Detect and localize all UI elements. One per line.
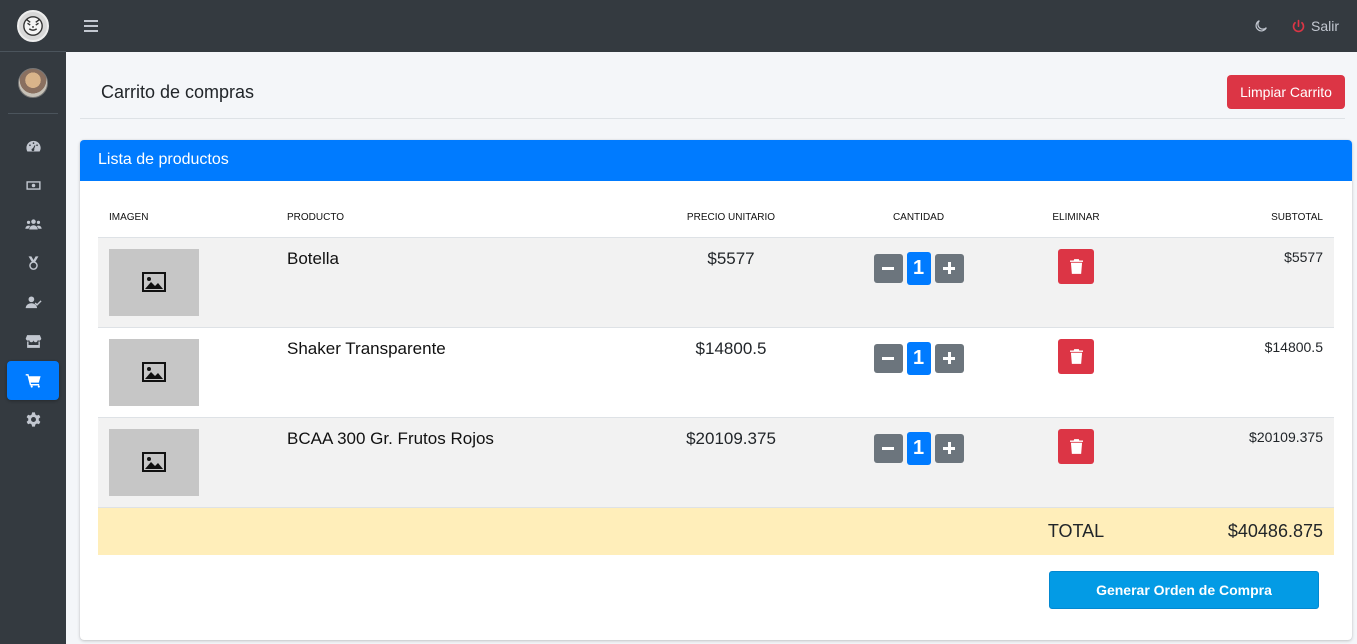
top-navbar: Salir xyxy=(66,0,1357,52)
increase-button[interactable] xyxy=(934,433,964,463)
power-icon xyxy=(1291,19,1306,34)
brand-logo[interactable] xyxy=(17,9,49,42)
decrease-button[interactable] xyxy=(873,433,903,463)
medal-icon xyxy=(28,256,38,270)
trash-icon xyxy=(1069,438,1083,454)
product-name: BCAA 300 Gr. Frutos Rojos xyxy=(276,416,606,507)
sidebar-item-medal[interactable] xyxy=(7,244,59,283)
users-icon xyxy=(24,219,42,230)
user-check-icon xyxy=(25,296,42,309)
sidebar-item-users[interactable] xyxy=(7,205,59,244)
unit-price: $14800.5 xyxy=(606,326,856,417)
col-delete: ELIMINAR xyxy=(981,198,1171,238)
brand[interactable] xyxy=(0,0,66,52)
sidebar-item-money[interactable] xyxy=(7,166,59,205)
logout-button[interactable]: Salir xyxy=(1291,18,1339,34)
gear-icon xyxy=(26,412,40,427)
product-image xyxy=(109,338,199,406)
sidebar xyxy=(0,0,66,644)
item-subtotal: $5577 xyxy=(1171,236,1334,327)
delete-item-button[interactable] xyxy=(1058,248,1094,284)
col-image: IMAGEN xyxy=(98,198,276,238)
tiger-logo-icon xyxy=(23,15,43,36)
clear-cart-button[interactable]: Limpiar Carrito xyxy=(1227,75,1345,109)
plus-icon xyxy=(947,442,951,454)
moon-icon xyxy=(1255,20,1267,32)
product-image xyxy=(109,248,199,316)
sidebar-nav xyxy=(0,114,66,439)
col-quantity: CANTIDAD xyxy=(856,198,981,238)
decrease-button[interactable] xyxy=(873,343,903,373)
table-row: BCAA 300 Gr. Frutos Rojos $20109.375 1 $… xyxy=(98,416,1334,507)
generate-order-button[interactable]: Generar Orden de Compra xyxy=(1049,571,1319,609)
user-panel xyxy=(8,52,58,114)
total-value: $40486.875 xyxy=(1171,506,1334,555)
image-placeholder-icon xyxy=(142,362,166,382)
logout-label: Salir xyxy=(1310,18,1339,34)
money-icon xyxy=(25,181,41,190)
decrease-button[interactable] xyxy=(873,253,903,283)
total-label: TOTAL xyxy=(981,506,1171,555)
sidebar-item-dashboard[interactable] xyxy=(7,127,59,166)
trash-icon xyxy=(1069,348,1083,364)
table-row: Shaker Transparente $14800.5 1 $14800.5 xyxy=(98,326,1334,417)
image-placeholder-icon xyxy=(142,272,166,292)
sidebar-item-store[interactable] xyxy=(7,322,59,361)
card-title: Lista de productos xyxy=(80,140,1352,181)
unit-price: $20109.375 xyxy=(606,416,856,507)
item-subtotal: $14800.5 xyxy=(1171,326,1334,417)
minus-icon xyxy=(882,356,894,360)
sidebar-item-cart[interactable] xyxy=(7,361,59,400)
increase-button[interactable] xyxy=(934,253,964,283)
quantity-value: 1 xyxy=(906,251,931,285)
dashboard-icon xyxy=(25,140,41,152)
quantity-stepper: 1 xyxy=(873,431,964,465)
minus-icon xyxy=(882,446,894,450)
plus-icon xyxy=(947,262,951,274)
sidebar-item-settings[interactable] xyxy=(7,400,59,439)
minus-icon xyxy=(882,266,894,270)
cart-icon xyxy=(25,374,41,388)
avatar[interactable] xyxy=(18,67,48,98)
quantity-stepper: 1 xyxy=(873,341,964,375)
dark-mode-toggle[interactable] xyxy=(1253,18,1269,34)
quantity-stepper: 1 xyxy=(873,251,964,285)
menu-toggle-icon[interactable] xyxy=(84,16,104,36)
col-unit-price: PRECIO UNITARIO xyxy=(606,198,856,238)
product-image xyxy=(109,428,199,496)
table-row: Botella $5577 1 $5577 xyxy=(98,236,1334,327)
delete-item-button[interactable] xyxy=(1058,428,1094,464)
content-header: Carrito de compras Limpiar Carrito xyxy=(80,70,1345,119)
unit-price: $5577 xyxy=(606,236,856,327)
sidebar-item-user-check[interactable] xyxy=(7,283,59,322)
trash-icon xyxy=(1069,258,1083,274)
quantity-value: 1 xyxy=(906,431,931,465)
product-name: Shaker Transparente xyxy=(276,326,606,417)
product-name: Botella xyxy=(276,236,606,327)
delete-item-button[interactable] xyxy=(1058,338,1094,374)
store-icon xyxy=(25,335,41,348)
image-placeholder-icon xyxy=(142,452,166,472)
plus-icon xyxy=(947,352,951,364)
quantity-value: 1 xyxy=(906,341,931,375)
page-title: Carrito de compras xyxy=(101,82,255,102)
increase-button[interactable] xyxy=(934,343,964,373)
col-product: PRODUCTO xyxy=(276,198,606,238)
col-subtotal: SUBTOTAL xyxy=(1171,198,1334,238)
item-subtotal: $20109.375 xyxy=(1171,416,1334,507)
total-row: TOTAL $40486.875 xyxy=(98,506,1334,555)
cart-table: IMAGEN PRODUCTO PRECIO UNITARIO CANTIDAD… xyxy=(98,198,1334,555)
product-list-card: Lista de productos IMAGEN PRODUCTO PRECI… xyxy=(80,140,1352,640)
